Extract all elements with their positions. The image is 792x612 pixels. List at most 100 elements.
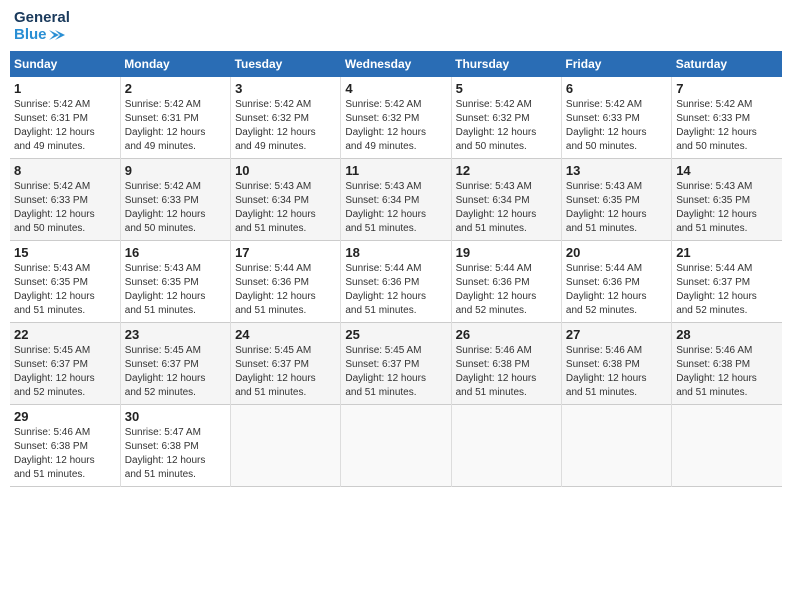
calendar-cell: 26 Sunrise: 5:46 AM Sunset: 6:38 PM Dayli…: [451, 323, 561, 405]
day-info: Sunrise: 5:44 AM Sunset: 6:36 PM Dayligh…: [456, 262, 557, 318]
calendar-cell: [672, 405, 782, 487]
day-number: 14: [676, 163, 778, 178]
calendar-cell: 19 Sunrise: 5:44 AM Sunset: 6:36 PM Dayli…: [451, 241, 561, 323]
day-info: Sunrise: 5:43 AM Sunset: 6:34 PM Dayligh…: [345, 180, 446, 236]
calendar-cell: 18Sunrise: 5:44 AM Sunset: 6:36 PM Dayli…: [341, 241, 451, 323]
day-info: Sunrise: 5:45 AM Sunset: 6:37 PM Dayligh…: [235, 344, 336, 400]
day-info: Sunrise: 5:42 AM Sunset: 6:32 PM Dayligh…: [345, 98, 446, 154]
calendar-cell: 14 Sunrise: 5:43 AM Sunset: 6:35 PM Dayli…: [672, 159, 782, 241]
calendar-cell: 20 Sunrise: 5:44 AM Sunset: 6:36 PM Dayli…: [561, 241, 671, 323]
day-info: Sunrise: 5:46 AM Sunset: 6:38 PM Dayligh…: [676, 344, 778, 400]
day-info: Sunrise: 5:42 AM Sunset: 6:33 PM Dayligh…: [125, 180, 226, 236]
calendar-cell: [341, 405, 451, 487]
day-number: 9: [125, 163, 226, 178]
calendar-cell: 23 Sunrise: 5:45 AM Sunset: 6:37 PM Dayli…: [120, 323, 230, 405]
day-number: 20: [566, 245, 667, 260]
calendar-cell: 28Sunrise: 5:46 AM Sunset: 6:38 PM Dayli…: [672, 323, 782, 405]
day-info: Sunrise: 5:43 AM Sunset: 6:35 PM Dayligh…: [566, 180, 667, 236]
day-number: 7: [676, 81, 778, 96]
calendar-cell: 2 Sunrise: 5:42 AM Sunset: 6:31 PM Daylig…: [120, 77, 230, 159]
day-number: 30: [125, 409, 226, 424]
calendar-cell: 10 Sunrise: 5:43 AM Sunset: 6:34 PM Dayli…: [231, 159, 341, 241]
day-number: 24: [235, 327, 336, 342]
day-info: Sunrise: 5:45 AM Sunset: 6:37 PM Dayligh…: [14, 344, 116, 400]
day-number: 8: [14, 163, 116, 178]
day-info: Sunrise: 5:42 AM Sunset: 6:32 PM Dayligh…: [235, 98, 336, 154]
day-number: 5: [456, 81, 557, 96]
day-info: Sunrise: 5:43 AM Sunset: 6:35 PM Dayligh…: [676, 180, 778, 236]
page-header: General Blue: [10, 10, 782, 43]
day-info: Sunrise: 5:47 AM Sunset: 6:38 PM Dayligh…: [125, 426, 226, 482]
calendar-cell: 29 Sunrise: 5:46 AM Sunset: 6:38 PM Dayli…: [10, 405, 120, 487]
calendar-cell: 25 Sunrise: 5:45 AM Sunset: 6:37 PM Dayli…: [341, 323, 451, 405]
calendar-cell: 11 Sunrise: 5:43 AM Sunset: 6:34 PM Dayli…: [341, 159, 451, 241]
calendar-cell: [231, 405, 341, 487]
day-number: 26: [456, 327, 557, 342]
day-number: 11: [345, 163, 446, 178]
weekday-thursday: Thursday: [451, 51, 561, 77]
day-info: Sunrise: 5:45 AM Sunset: 6:37 PM Dayligh…: [345, 344, 446, 400]
day-info: Sunrise: 5:46 AM Sunset: 6:38 PM Dayligh…: [566, 344, 667, 400]
day-number: 27: [566, 327, 667, 342]
calendar-cell: [561, 405, 671, 487]
calendar-cell: 3Sunrise: 5:42 AM Sunset: 6:32 PM Daylig…: [231, 77, 341, 159]
week-row-1: 1 Sunrise: 5:42 AM Sunset: 6:31 PM Daylig…: [10, 77, 782, 159]
day-info: Sunrise: 5:42 AM Sunset: 6:33 PM Dayligh…: [566, 98, 667, 154]
calendar-cell: 17 Sunrise: 5:44 AM Sunset: 6:36 PM Dayli…: [231, 241, 341, 323]
weekday-monday: Monday: [120, 51, 230, 77]
day-info: Sunrise: 5:42 AM Sunset: 6:31 PM Dayligh…: [125, 98, 226, 154]
day-info: Sunrise: 5:43 AM Sunset: 6:35 PM Dayligh…: [125, 262, 226, 318]
calendar-cell: 13 Sunrise: 5:43 AM Sunset: 6:35 PM Dayli…: [561, 159, 671, 241]
day-info: Sunrise: 5:43 AM Sunset: 6:34 PM Dayligh…: [456, 180, 557, 236]
day-info: Sunrise: 5:45 AM Sunset: 6:37 PM Dayligh…: [125, 344, 226, 400]
calendar-cell: 22 Sunrise: 5:45 AM Sunset: 6:37 PM Dayli…: [10, 323, 120, 405]
day-number: 19: [456, 245, 557, 260]
day-number: 17: [235, 245, 336, 260]
calendar-cell: 4 Sunrise: 5:42 AM Sunset: 6:32 PM Daylig…: [341, 77, 451, 159]
week-row-3: 15Sunrise: 5:43 AM Sunset: 6:35 PM Dayli…: [10, 241, 782, 323]
day-info: Sunrise: 5:44 AM Sunset: 6:36 PM Dayligh…: [566, 262, 667, 318]
logo-arrow-icon: [49, 28, 67, 42]
day-info: Sunrise: 5:44 AM Sunset: 6:36 PM Dayligh…: [235, 262, 336, 318]
day-number: 2: [125, 81, 226, 96]
day-number: 22: [14, 327, 116, 342]
day-info: Sunrise: 5:42 AM Sunset: 6:32 PM Dayligh…: [456, 98, 557, 154]
day-number: 23: [125, 327, 226, 342]
day-info: Sunrise: 5:46 AM Sunset: 6:38 PM Dayligh…: [456, 344, 557, 400]
day-number: 18: [345, 245, 446, 260]
day-number: 16: [125, 245, 226, 260]
weekday-friday: Friday: [561, 51, 671, 77]
day-info: Sunrise: 5:42 AM Sunset: 6:33 PM Dayligh…: [14, 180, 116, 236]
calendar-cell: 7 Sunrise: 5:42 AM Sunset: 6:33 PM Daylig…: [672, 77, 782, 159]
calendar-cell: 24 Sunrise: 5:45 AM Sunset: 6:37 PM Dayli…: [231, 323, 341, 405]
day-number: 6: [566, 81, 667, 96]
day-number: 25: [345, 327, 446, 342]
calendar-cell: 30 Sunrise: 5:47 AM Sunset: 6:38 PM Dayli…: [120, 405, 230, 487]
logo: General Blue: [14, 10, 70, 43]
day-number: 21: [676, 245, 778, 260]
calendar-cell: 9 Sunrise: 5:42 AM Sunset: 6:33 PM Daylig…: [120, 159, 230, 241]
logo-general: General: [14, 10, 70, 27]
day-number: 1: [14, 81, 116, 96]
calendar-cell: 1Sunrise: 5:42 AM Sunset: 6:31 PM Daylig…: [10, 77, 120, 159]
day-info: Sunrise: 5:46 AM Sunset: 6:38 PM Dayligh…: [14, 426, 116, 482]
day-number: 10: [235, 163, 336, 178]
calendar-cell: 6 Sunrise: 5:42 AM Sunset: 6:33 PM Daylig…: [561, 77, 671, 159]
day-number: 4: [345, 81, 446, 96]
weekday-tuesday: Tuesday: [231, 51, 341, 77]
calendar-cell: 21Sunrise: 5:44 AM Sunset: 6:37 PM Dayli…: [672, 241, 782, 323]
day-number: 13: [566, 163, 667, 178]
day-info: Sunrise: 5:43 AM Sunset: 6:34 PM Dayligh…: [235, 180, 336, 236]
calendar-body: 1 Sunrise: 5:42 AM Sunset: 6:31 PM Daylig…: [10, 77, 782, 487]
week-row-4: 22 Sunrise: 5:45 AM Sunset: 6:37 PM Dayli…: [10, 323, 782, 405]
day-info: Sunrise: 5:42 AM Sunset: 6:33 PM Dayligh…: [676, 98, 778, 154]
weekday-saturday: Saturday: [672, 51, 782, 77]
calendar-cell: 27 Sunrise: 5:46 AM Sunset: 6:38 PM Dayli…: [561, 323, 671, 405]
weekday-wednesday: Wednesday: [341, 51, 451, 77]
day-number: 29: [14, 409, 116, 424]
calendar-cell: 15Sunrise: 5:43 AM Sunset: 6:35 PM Dayli…: [10, 241, 120, 323]
calendar-cell: 12Sunrise: 5:43 AM Sunset: 6:34 PM Dayli…: [451, 159, 561, 241]
calendar-cell: 16 Sunrise: 5:43 AM Sunset: 6:35 PM Dayli…: [120, 241, 230, 323]
calendar-cell: 8 Sunrise: 5:42 AM Sunset: 6:33 PM Daylig…: [10, 159, 120, 241]
calendar-cell: 5 Sunrise: 5:42 AM Sunset: 6:32 PM Daylig…: [451, 77, 561, 159]
